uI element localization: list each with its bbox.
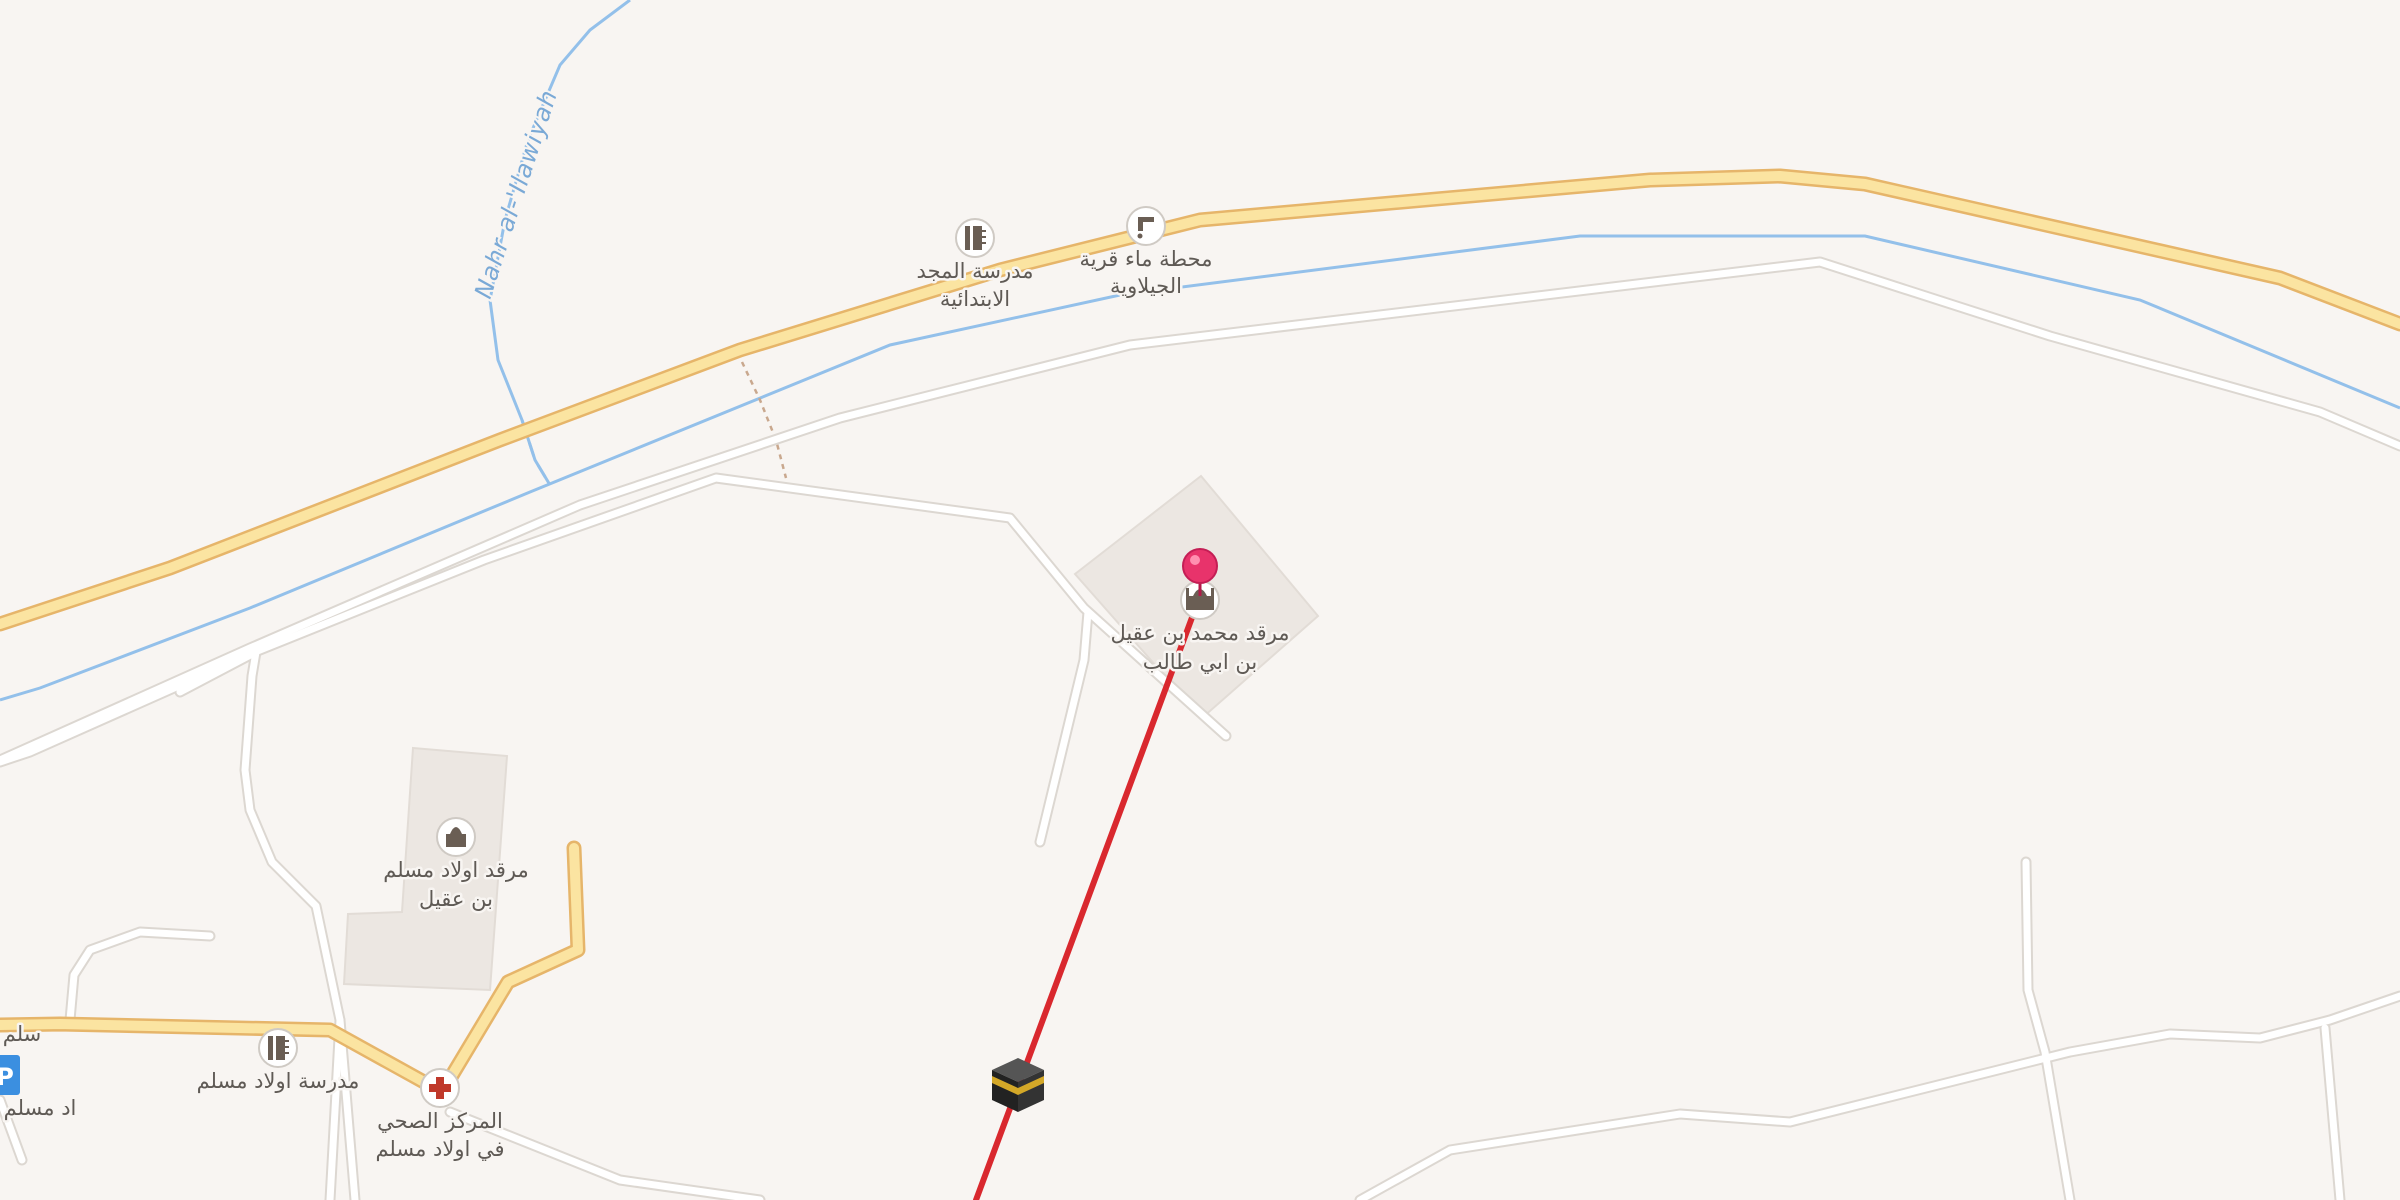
poi-label: مرقد اولاد مسلم [383,858,528,883]
poi-label: بن ابي طالب [1143,650,1258,674]
edge-label: اد مسلم [4,1096,77,1121]
poi-label: الابتدائية [940,287,1010,311]
parking-icon[interactable]: P [0,1055,20,1095]
poi-label: مدرسة اولاد مسلم [197,1069,360,1094]
poi-label: المركز الصحي [377,1109,503,1133]
poi-label: في اولاد مسلم [375,1137,504,1162]
svg-text:P: P [0,1063,14,1091]
poi-label: مرقد محمد بن عقيل [1110,621,1289,645]
poi-label: محطة ماء قرية [1080,247,1213,271]
poi-label: مدرسة المجد [917,259,1034,283]
edge-label: سلم [3,1022,42,1047]
poi-label: بن عقيل [419,887,493,911]
map-canvas[interactable]: Nahr al-'Ilawiyah مدرسة المجد الابتدائية… [0,0,2400,1200]
poi-label: الجيلاوية [1110,274,1182,298]
